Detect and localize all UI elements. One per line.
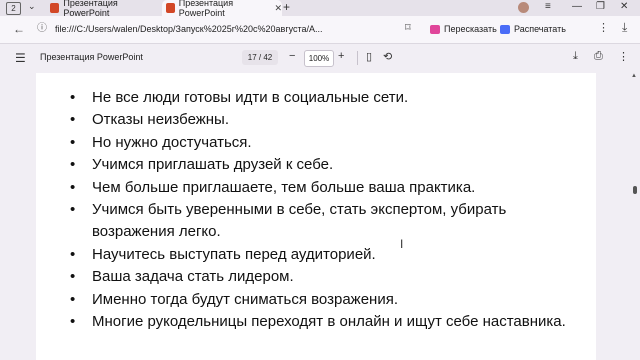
fit-page-icon[interactable]: ▯	[366, 50, 372, 63]
list-item: Но нужно достучаться.	[68, 132, 588, 155]
tab-presentation-2[interactable]: Презентация PowerPoint ✕	[162, 0, 282, 18]
retell-button[interactable]: Пересказать	[430, 21, 497, 37]
document-title: Презентация PowerPoint	[40, 52, 143, 62]
retell-label: Пересказать	[444, 24, 497, 34]
tab-presentation-1[interactable]: Презентация PowerPoint	[50, 0, 160, 18]
list-item: Научитесь выступать перед аудиторией.	[68, 244, 588, 267]
bookmark-icon[interactable]: ⌑	[405, 21, 411, 34]
tab-strip: 2 ⌄ Презентация PowerPoint Презентация P…	[0, 0, 640, 18]
toolbar-divider	[357, 51, 358, 65]
back-arrow-icon[interactable]: ←	[13, 22, 25, 36]
list-item: Чем больше приглашаете, тем больше ваша …	[68, 177, 588, 200]
more-options-icon[interactable]: ⋮	[618, 50, 629, 63]
minimize-icon[interactable]: —	[572, 1, 582, 12]
list-item: Не все люди готовы идти в социальные сет…	[68, 87, 588, 110]
close-window-icon[interactable]: ✕	[620, 1, 628, 12]
list-item: Отказы неизбежны.	[68, 109, 588, 132]
sidebar-menu-icon[interactable]: ☰	[15, 51, 26, 65]
retell-icon	[430, 24, 440, 34]
download-pdf-icon[interactable]: ⤓	[573, 50, 578, 63]
zoom-level[interactable]: 100%	[304, 50, 334, 67]
new-tab-plus-icon[interactable]: +	[283, 0, 290, 14]
more-menu-icon[interactable]: ⋮	[598, 21, 609, 34]
tab-count-badge[interactable]: 2	[6, 2, 21, 15]
close-tab-icon[interactable]: ✕	[274, 3, 282, 14]
zoom-out-icon[interactable]: −	[289, 50, 295, 62]
pdf-toolbar: ☰ Презентация PowerPoint 17 / 42 − 100% …	[0, 44, 640, 72]
rotate-icon[interactable]: ⟲	[383, 50, 392, 63]
print-icon[interactable]: ⎙	[594, 50, 603, 63]
list-item: Многие рукодельницы переходят в онлайн и…	[68, 311, 588, 334]
list-item: Именно тогда будут сниматься возражения.	[68, 289, 588, 312]
url-text: file:///C:/Users/walen/Desktop/Запуск%20…	[55, 24, 323, 34]
list-item: Учимся приглашать друзей к себе.	[68, 154, 588, 177]
print-page-button[interactable]: Распечатать	[500, 21, 566, 37]
address-bar-row: ← ⓘ file:///C:/Users/walen/Desktop/Запус…	[0, 16, 640, 44]
file-icon: ⓘ	[37, 23, 47, 34]
scroll-thumb[interactable]	[633, 186, 637, 194]
bullet-list: Не все люди готовы идти в социальные сет…	[68, 87, 588, 334]
address-field[interactable]: ⓘ file:///C:/Users/walen/Desktop/Запуск%…	[37, 20, 415, 38]
scrollbar[interactable]: ▲	[630, 73, 640, 360]
avatar[interactable]	[518, 2, 529, 13]
text-cursor-icon: I	[400, 237, 404, 251]
print-label: Распечатать	[514, 24, 566, 34]
zoom-in-icon[interactable]: +	[338, 50, 344, 62]
pdf-page: Не все люди готовы идти в социальные сет…	[36, 73, 596, 360]
window-menu-icon[interactable]: ≡	[545, 1, 551, 12]
powerpoint-icon	[166, 3, 175, 13]
download-icon[interactable]: ⤓	[622, 20, 627, 35]
maximize-icon[interactable]: ❐	[596, 1, 605, 12]
print-icon	[500, 24, 510, 34]
chevron-down-icon[interactable]: ⌄	[28, 1, 36, 12]
list-item: Ваша задача стать лидером.	[68, 266, 588, 289]
scroll-up-icon[interactable]: ▲	[631, 73, 637, 79]
list-item: Учимся быть уверенными в себе, стать экс…	[68, 199, 588, 244]
powerpoint-icon	[50, 3, 60, 13]
page-indicator[interactable]: 17 / 42	[242, 50, 278, 65]
